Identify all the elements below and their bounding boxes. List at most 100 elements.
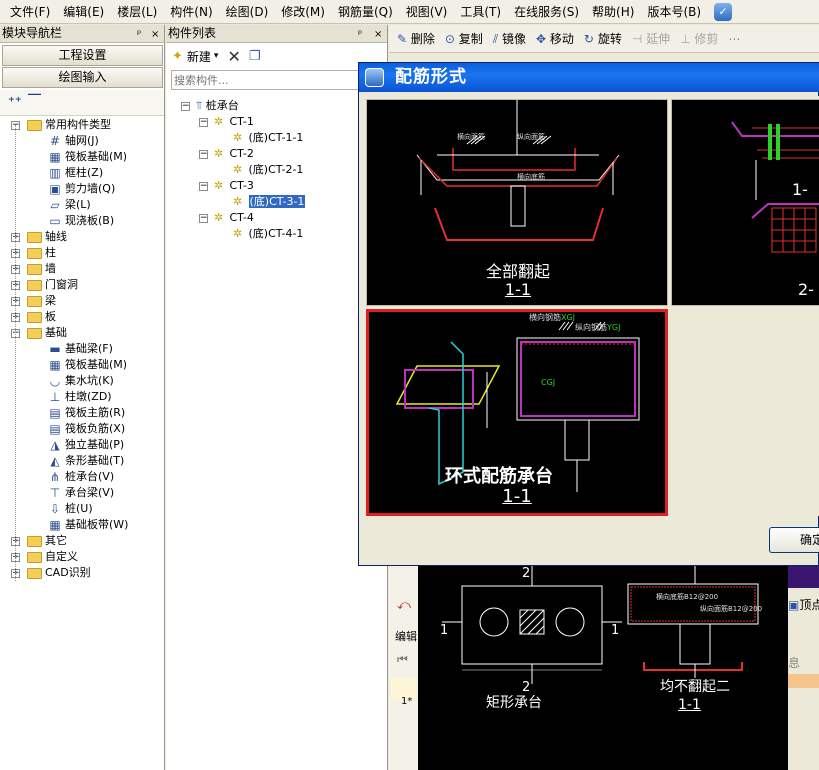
tree-item-ct-2-1[interactable]: ✲ (底)CT-2-1 <box>233 162 303 178</box>
tree-item-foundation-7[interactable]: ◭ 条形基础(T) <box>47 453 124 469</box>
tree-item-foundation-2[interactable]: ◡ 集水坑(K) <box>47 373 114 389</box>
menu-online[interactable]: 在线服务(S) <box>514 3 579 20</box>
expander-icon[interactable]: − <box>181 102 190 111</box>
copy-icon[interactable]: ❐ <box>249 49 261 64</box>
gear-icon: ✲ <box>214 211 224 224</box>
tree-item-foundation-9[interactable]: ⊤ 承台梁(V) <box>47 485 114 501</box>
tree-item-ct-3-1[interactable]: ✲ (底)CT-3-1 <box>233 194 306 210</box>
tree-axis[interactable]: 轴线 <box>27 229 67 245</box>
menu-version[interactable]: 版本号(B) <box>647 3 701 20</box>
first-page-icon[interactable]: ⏮ <box>397 652 408 667</box>
tree-item-foundation-8[interactable]: ⋔ 桩承台(V) <box>47 469 114 485</box>
menu-help[interactable]: 帮助(H) <box>592 3 634 20</box>
tree-group-ct-3[interactable]: ✲ CT-3 <box>214 178 254 194</box>
rotate-tool[interactable]: ↻ 旋转 <box>584 30 622 47</box>
tree-common-types[interactable]: 常用构件类型 <box>27 117 111 133</box>
top-bar-note: 横向面筋 <box>457 133 485 141</box>
draw-input-button[interactable]: 绘图输入 <box>2 67 163 88</box>
tree-item-common-2[interactable]: ▥ 框柱(Z) <box>47 165 103 181</box>
tree-item-foundation-5[interactable]: ▤ 筏板负筋(X) <box>47 421 125 437</box>
app-logo-icon[interactable]: ✓ <box>714 2 733 21</box>
chevron-down-icon[interactable]: ▾ <box>214 51 219 61</box>
expander-icon[interactable]: − <box>199 182 208 191</box>
tree-item-foundation-4[interactable]: ▤ 筏板主筋(R) <box>47 405 125 421</box>
undo-icon[interactable]: ⤺ <box>397 598 411 613</box>
tree-custom[interactable]: 自定义 <box>27 549 78 565</box>
menu-draw[interactable]: 绘图(D) <box>226 3 269 20</box>
component-search-input[interactable] <box>171 70 383 90</box>
collapse-all-icon[interactable]: ‾‾ <box>28 93 41 108</box>
tree-item-foundation-10[interactable]: ⇩ 桩(U) <box>47 501 93 517</box>
menu-modify[interactable]: 修改(M) <box>281 3 325 20</box>
component-icon: ⊥ <box>49 390 61 404</box>
edit-tab[interactable]: 编辑 <box>395 628 417 644</box>
cgj-note: CGJ <box>541 378 556 387</box>
menu-tools[interactable]: 工具(T) <box>460 3 501 20</box>
pin-icon[interactable]: ᵖ <box>358 26 362 43</box>
project-settings-button[interactable]: 工程设置 <box>2 45 163 66</box>
move-tool[interactable]: ✥ 移动 <box>536 30 574 47</box>
folder-icon <box>27 264 42 275</box>
tree-item-foundation-6[interactable]: ◮ 独立基础(P) <box>47 437 124 453</box>
expand-all-icon[interactable]: ⁺⁺ <box>8 95 22 110</box>
tree-beam[interactable]: 梁 <box>27 293 56 309</box>
tree-wall[interactable]: 墙 <box>27 261 56 277</box>
new-button[interactable]: 新建 <box>187 48 211 65</box>
menu-view[interactable]: 视图(V) <box>406 3 448 20</box>
option-all-fold[interactable]: 横向面筋 纵向面筋 横向底筋 全部翻起 1-1 <box>366 99 668 306</box>
tree-item-common-1[interactable]: ▦ 筏板基础(M) <box>47 149 127 165</box>
row-number: 1* <box>401 696 413 707</box>
tree-foundation-label: 基础 <box>45 326 67 339</box>
option-side-fold[interactable]: 1- 2- <box>671 99 819 306</box>
expander-icon[interactable]: − <box>199 214 208 223</box>
mirror-label: 镜像 <box>502 32 527 46</box>
tree-item-foundation-1[interactable]: ▦ 筏板基础(M) <box>47 357 127 373</box>
tree-item-common-5[interactable]: ▭ 现浇板(B) <box>47 213 114 229</box>
tree-item-foundation-11[interactable]: ▦ 基础板带(W) <box>47 517 128 533</box>
tree-item-common-0[interactable]: # 轴网(J) <box>47 133 99 149</box>
option-ring-rebar[interactable]: 横向钢筋XGJ 纵向钢筋YGJ CGJ 环式配筋承台 1-1 <box>366 309 668 516</box>
app-icon <box>365 68 384 87</box>
tree-item-common-4[interactable]: ▱ 梁(L) <box>47 197 90 213</box>
top-point-label: 顶点 <box>799 598 819 612</box>
tree-column[interactable]: 柱 <box>27 245 56 261</box>
tree-group-ct-2[interactable]: ✲ CT-2 <box>214 146 254 162</box>
tree-group-ct-1[interactable]: ✲ CT-1 <box>214 114 254 130</box>
tree-item-foundation-0[interactable]: ▬ 基础梁(F) <box>47 341 113 357</box>
pin-icon[interactable]: ᵖ <box>137 26 141 43</box>
menu-rebar[interactable]: 钢筋量(Q) <box>338 3 393 20</box>
tree-item-foundation-3[interactable]: ⊥ 柱墩(ZD) <box>47 389 112 405</box>
delete-icon[interactable]: ✕ <box>227 47 240 66</box>
tree-foundation[interactable]: 基础 <box>27 325 67 341</box>
tree-door[interactable]: 门窗洞 <box>27 277 78 293</box>
tree-group-ct-4[interactable]: ✲ CT-4 <box>214 210 254 226</box>
ok-button[interactable]: 确定 <box>769 527 819 553</box>
tree-item-ct-4-1[interactable]: ✲ (底)CT-4-1 <box>233 226 303 242</box>
item-label: (底)CT-1-1 <box>248 131 304 144</box>
more-icon[interactable]: ⋯ <box>728 32 740 46</box>
tree-root-pile-cap[interactable]: ⫪ 桩承台 <box>196 98 239 114</box>
menu-floor[interactable]: 楼层(L) <box>117 3 157 20</box>
delete-tool[interactable]: ✎ 删除 <box>397 30 435 47</box>
close-icon[interactable]: × <box>151 26 159 43</box>
all-fold-section: 1-1 <box>504 280 532 299</box>
expander-icon[interactable]: − <box>199 150 208 159</box>
menu-component[interactable]: 构件(N) <box>170 3 212 20</box>
nofold-section: 1-1 <box>678 697 701 713</box>
menu-file[interactable]: 文件(F) <box>10 3 50 20</box>
tree-other[interactable]: 其它 <box>27 533 67 549</box>
tree-item-common-3[interactable]: ▣ 剪力墙(Q) <box>47 181 115 197</box>
hgj-label: 横向钢筋 <box>529 313 561 322</box>
menu-edit[interactable]: 编辑(E) <box>63 3 104 20</box>
close-icon[interactable]: × <box>374 26 382 43</box>
tree-slab[interactable]: 板 <box>27 309 56 325</box>
new-icon: ✦ <box>172 48 183 64</box>
mirror-tool[interactable]: ⫽ 镜像 <box>493 30 526 47</box>
copy-tool[interactable]: ⊙ 复制 <box>445 30 483 47</box>
tree-item-ct-1-1[interactable]: ✲ (底)CT-1-1 <box>233 130 303 146</box>
top-point-button[interactable]: ▣顶点 <box>788 596 819 613</box>
trim-tool[interactable]: ⊥ 修剪 <box>680 30 718 47</box>
tree-cad[interactable]: CAD识别 <box>27 565 91 581</box>
expander-icon[interactable]: − <box>199 118 208 127</box>
extend-tool[interactable]: ⊣ 延伸 <box>632 30 670 47</box>
